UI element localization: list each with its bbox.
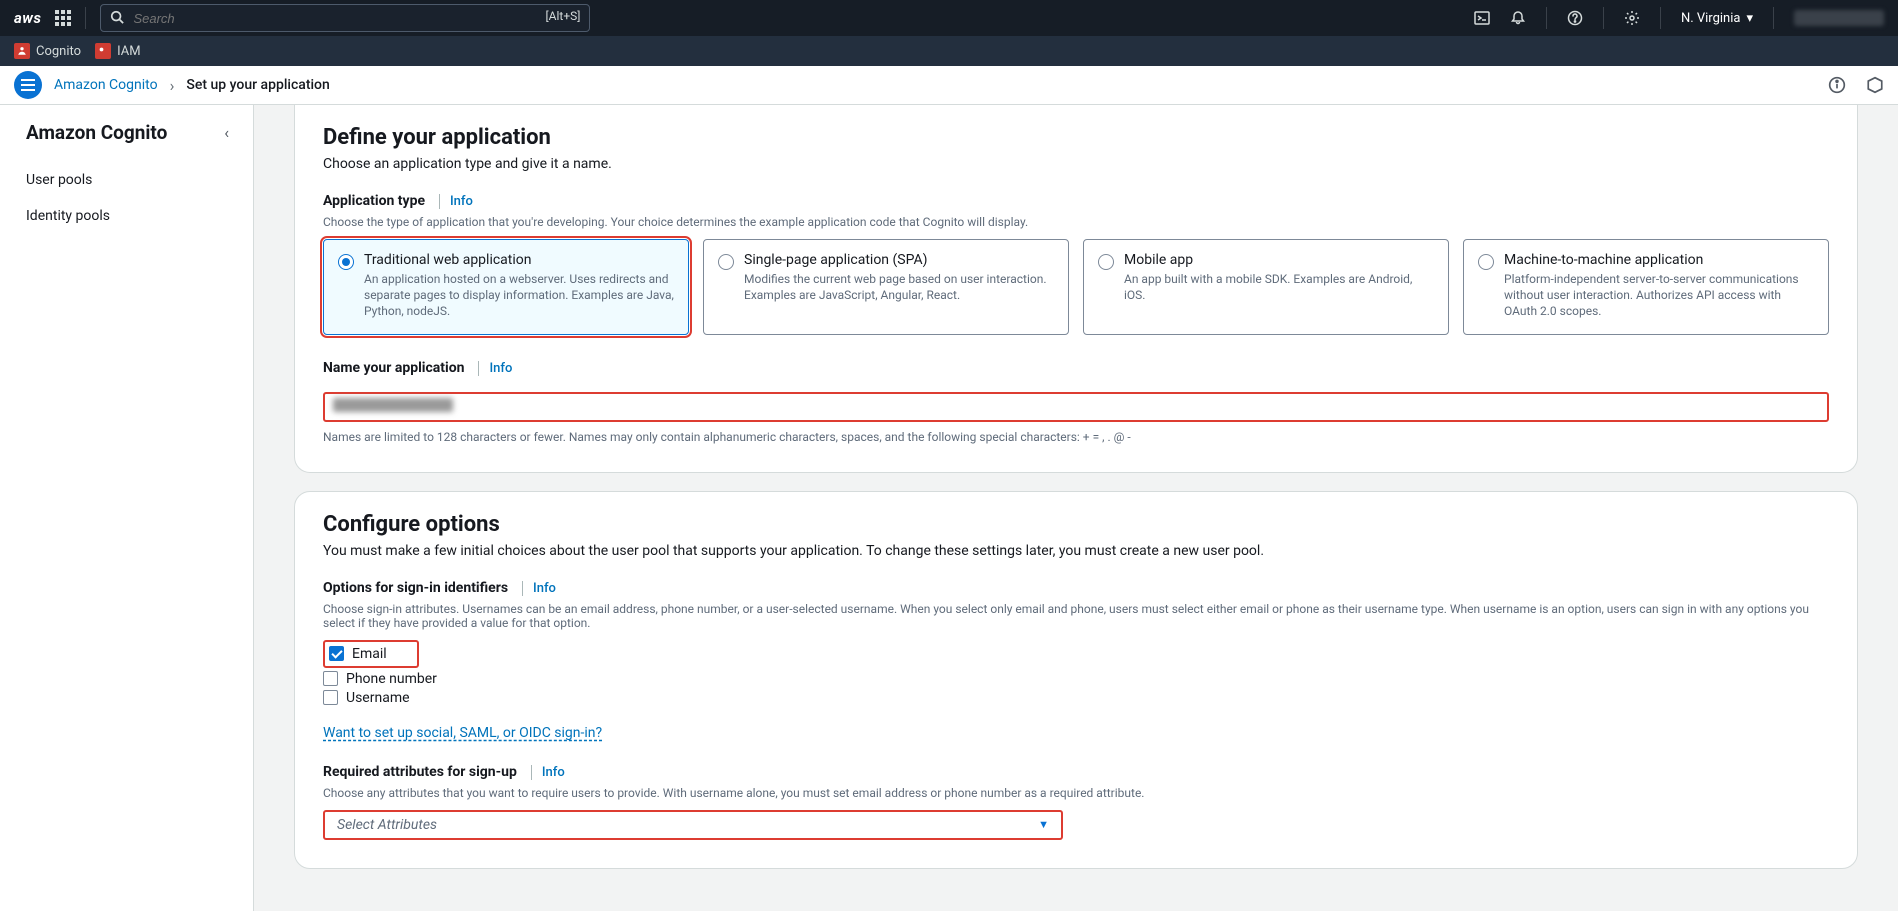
dropdown-caret-icon: ▼ [1038, 818, 1049, 831]
hamburger-icon [21, 84, 35, 86]
req-attr-info-link[interactable]: Info [527, 765, 565, 780]
signin-info-link[interactable]: Info [518, 581, 556, 596]
highlight-email-checkbox: Email [323, 640, 419, 668]
app-type-label: Application type [323, 193, 425, 209]
sidebar-title: Amazon Cognito [26, 121, 167, 144]
social-signin-link[interactable]: Want to set up social, SAML, or OIDC sig… [323, 725, 602, 741]
radio-spa[interactable]: Single-page application (SPA) Modifies t… [703, 239, 1069, 335]
breadcrumb-separator-icon: › [170, 76, 175, 95]
privacy-icon[interactable] [1866, 76, 1884, 94]
cloudshell-icon[interactable] [1474, 10, 1490, 26]
cognito-service-icon [14, 43, 30, 59]
app-type-help: Choose the type of application that you'… [323, 215, 1829, 229]
sidebar-item-user-pools[interactable]: User pools [26, 162, 229, 198]
side-nav-toggle-button[interactable] [14, 71, 42, 99]
radio-icon [1098, 254, 1114, 270]
define-application-panel: Define your application Choose an applic… [294, 105, 1858, 473]
region-selector[interactable]: N. Virginia▾ [1681, 11, 1753, 26]
app-type-info-link[interactable]: Info [435, 194, 473, 209]
configure-sub: You must make a few initial choices abou… [323, 543, 1829, 559]
radio-traditional-web[interactable]: Traditional web application An applicati… [323, 239, 689, 335]
radio-icon [338, 254, 354, 270]
radio-mobile[interactable]: Mobile app An app built with a mobile SD… [1083, 239, 1449, 335]
chevron-down-icon: ▾ [1746, 11, 1753, 26]
checkbox-phone[interactable] [323, 671, 338, 686]
global-nav: aws [Alt+S] N. Virginia▾ [0, 0, 1898, 36]
app-name-constraint: Names are limited to 128 characters or f… [323, 430, 1829, 444]
global-search[interactable]: [Alt+S] [100, 4, 590, 32]
req-attr-label: Required attributes for sign-up [323, 764, 517, 780]
search-input[interactable] [100, 4, 590, 32]
help-icon[interactable] [1567, 10, 1583, 26]
req-attr-help: Choose any attributes that you want to r… [323, 786, 1829, 800]
app-type-radio-group: Traditional web application An applicati… [323, 239, 1829, 335]
configure-heading: Configure options [323, 512, 1829, 537]
breadcrumb-bar: Amazon Cognito › Set up your application [0, 66, 1898, 105]
breadcrumb-service-link[interactable]: Amazon Cognito [54, 77, 158, 93]
main-content: Define your application Choose an applic… [254, 105, 1898, 911]
collapse-sidebar-icon[interactable]: ‹ [224, 123, 229, 142]
sidebar-item-identity-pools[interactable]: Identity pools [26, 198, 229, 234]
search-icon [110, 10, 124, 24]
define-sub: Choose an application type and give it a… [323, 156, 1829, 172]
aws-logo[interactable]: aws [14, 9, 41, 27]
settings-icon[interactable] [1624, 10, 1640, 26]
search-shortcut: [Alt+S] [545, 9, 580, 23]
notifications-icon[interactable] [1510, 10, 1526, 26]
sidebar: Amazon Cognito ‹ User pools Identity poo… [0, 105, 254, 911]
checkbox-username[interactable] [323, 690, 338, 705]
breadcrumb-current: Set up your application [186, 77, 329, 93]
iam-service-icon [95, 43, 111, 59]
app-name-value-redacted [333, 398, 453, 412]
account-menu[interactable] [1794, 10, 1884, 26]
radio-icon [1478, 254, 1494, 270]
favorite-iam[interactable]: IAM [95, 43, 140, 59]
configure-options-panel: Configure options You must make a few in… [294, 491, 1858, 869]
define-heading: Define your application [323, 125, 1829, 150]
radio-m2m[interactable]: Machine-to-machine application Platform-… [1463, 239, 1829, 335]
info-panel-icon[interactable] [1828, 76, 1846, 94]
services-icon[interactable] [55, 10, 71, 26]
required-attributes-select[interactable]: Select Attributes ▼ [323, 810, 1063, 840]
checkbox-email[interactable] [329, 646, 344, 661]
radio-icon [718, 254, 734, 270]
app-name-info-link[interactable]: Info [474, 361, 512, 376]
signin-options-label: Options for sign-in identifiers [323, 580, 508, 596]
app-name-input[interactable] [323, 392, 1829, 422]
app-name-label: Name your application [323, 360, 464, 376]
signin-options-help: Choose sign-in attributes. Usernames can… [323, 602, 1829, 630]
favorite-cognito[interactable]: Cognito [14, 43, 81, 59]
favorites-bar: Cognito IAM [0, 36, 1898, 66]
